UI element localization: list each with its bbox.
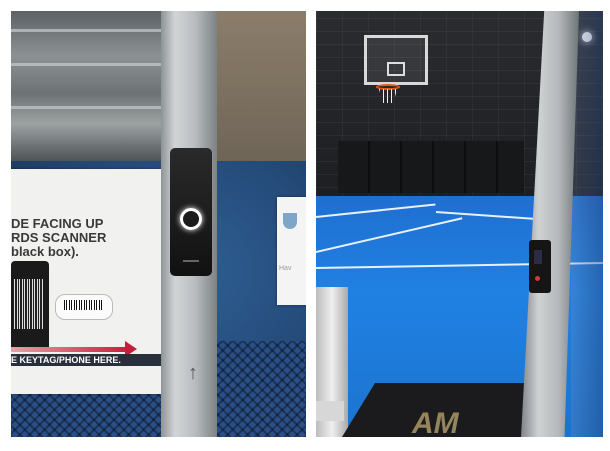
phone-barcode — [13, 279, 43, 329]
red-arrow-shaft — [11, 347, 129, 352]
phone-illustration — [11, 261, 49, 351]
shelf-edge — [11, 29, 161, 32]
reader-led-icon — [535, 276, 540, 281]
right-photo: AM — [316, 11, 603, 437]
sign-line-3: black box). — [11, 244, 79, 259]
door-sign: Hav — [277, 197, 306, 305]
sign-line-2: RDS SCANNER — [11, 230, 107, 245]
sign-line-1: DE FACING UP — [11, 216, 104, 231]
up-arrow-icon: ↑ — [188, 362, 198, 384]
backboard-square — [387, 62, 405, 76]
sign-footer: E KEYTAG/PHONE HERE. — [11, 354, 161, 366]
wall-pads — [338, 141, 524, 193]
reader-screen — [534, 250, 542, 264]
shelf-edge — [11, 106, 161, 109]
card-reader[interactable] — [170, 148, 212, 276]
background-shelving — [11, 11, 161, 161]
reader-logo — [183, 260, 199, 262]
left-photo: DE FACING UP RDS SCANNER black box). E K… — [11, 11, 306, 437]
bench-base — [316, 401, 344, 421]
basketball-backboard — [364, 35, 428, 85]
background-wall — [216, 11, 306, 161]
keytag-barcode — [64, 300, 102, 310]
card-reader-right[interactable] — [529, 240, 551, 293]
keytag-illustration — [55, 294, 113, 320]
door-sign-text: Hav — [279, 265, 292, 272]
shield-icon — [283, 213, 297, 229]
mat-logo: AM — [412, 407, 459, 437]
shelf-edge — [11, 63, 161, 66]
scanner-ring-icon — [180, 208, 202, 230]
